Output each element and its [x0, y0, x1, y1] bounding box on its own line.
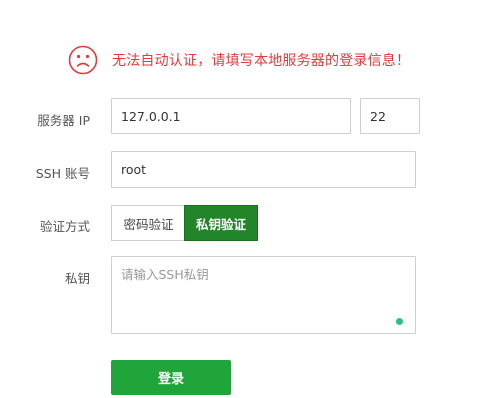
ssh-account-label: SSH 账号 [35, 166, 90, 181]
error-message: 无法自动认证，请填写本地服务器的登录信息！ [112, 53, 411, 69]
auth-option-private-key[interactable]: 私钥验证 [184, 205, 258, 241]
private-key-label: 私钥 [64, 271, 90, 286]
private-key-textarea[interactable] [111, 256, 416, 334]
sad-face-icon [68, 45, 98, 75]
error-banner: 无法自动认证，请填写本地服务器的登录信息！ [68, 43, 410, 77]
port-input[interactable] [360, 98, 420, 134]
login-button[interactable]: 登录 [111, 360, 231, 395]
auth-method-label: 验证方式 [39, 219, 90, 234]
ssh-account-input[interactable] [111, 151, 416, 188]
server-ip-label: 服务器 IP [37, 113, 90, 128]
server-ip-input[interactable] [111, 98, 351, 134]
status-dot [396, 318, 403, 325]
auth-option-password[interactable]: 密码验证 [111, 205, 185, 241]
